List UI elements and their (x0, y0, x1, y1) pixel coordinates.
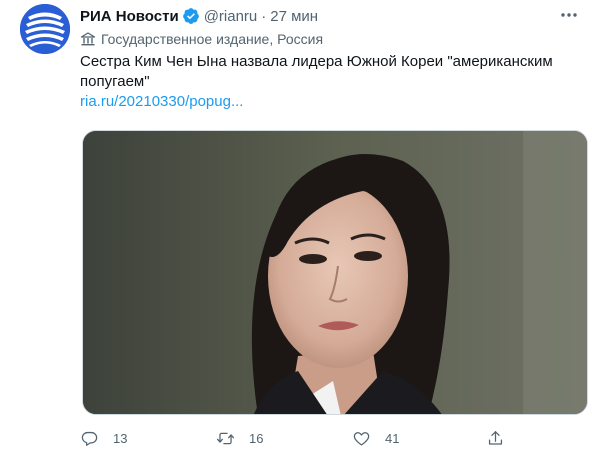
ria-logo-icon (20, 4, 70, 54)
share-icon (488, 430, 503, 445)
like-button[interactable]: 41 (352, 426, 399, 450)
verified-badge-icon (182, 7, 200, 25)
retweet-count: 16 (249, 430, 264, 446)
account-handle[interactable]: @rianru (204, 8, 258, 25)
tweet-text: Сестра Ким Чен Ына назвала лидера Южной … (80, 53, 553, 90)
reply-count: 13 (113, 430, 128, 446)
reply-icon (81, 431, 98, 446)
tweet[interactable]: РИА Новости @rianru · 27 мин Государстве… (0, 0, 592, 459)
state-media-icon (80, 31, 96, 47)
separator-dot: · (261, 7, 267, 25)
more-icon[interactable] (556, 5, 582, 25)
state-media-label[interactable]: Государственное издание, Россия (80, 30, 323, 48)
tweet-actions: 13 16 41 (80, 426, 580, 450)
like-count: 41 (385, 430, 400, 446)
share-button[interactable] (486, 426, 505, 450)
tweet-header: РИА Новости @rianru · 27 мин (80, 6, 318, 26)
reply-button[interactable]: 13 (80, 426, 127, 450)
retweet-button[interactable]: 16 (216, 426, 263, 450)
heart-icon (353, 431, 370, 445)
state-media-text: Государственное издание, Россия (101, 31, 324, 47)
account-name[interactable]: РИА Новости (80, 8, 179, 25)
tweet-link[interactable]: ria.ru/20210330/popug... (80, 93, 243, 110)
photo-of-woman (83, 131, 587, 414)
retweet-icon (216, 432, 235, 444)
avatar[interactable] (20, 4, 70, 54)
tweet-image[interactable] (82, 130, 588, 415)
tweet-time[interactable]: 27 мин (270, 8, 318, 25)
